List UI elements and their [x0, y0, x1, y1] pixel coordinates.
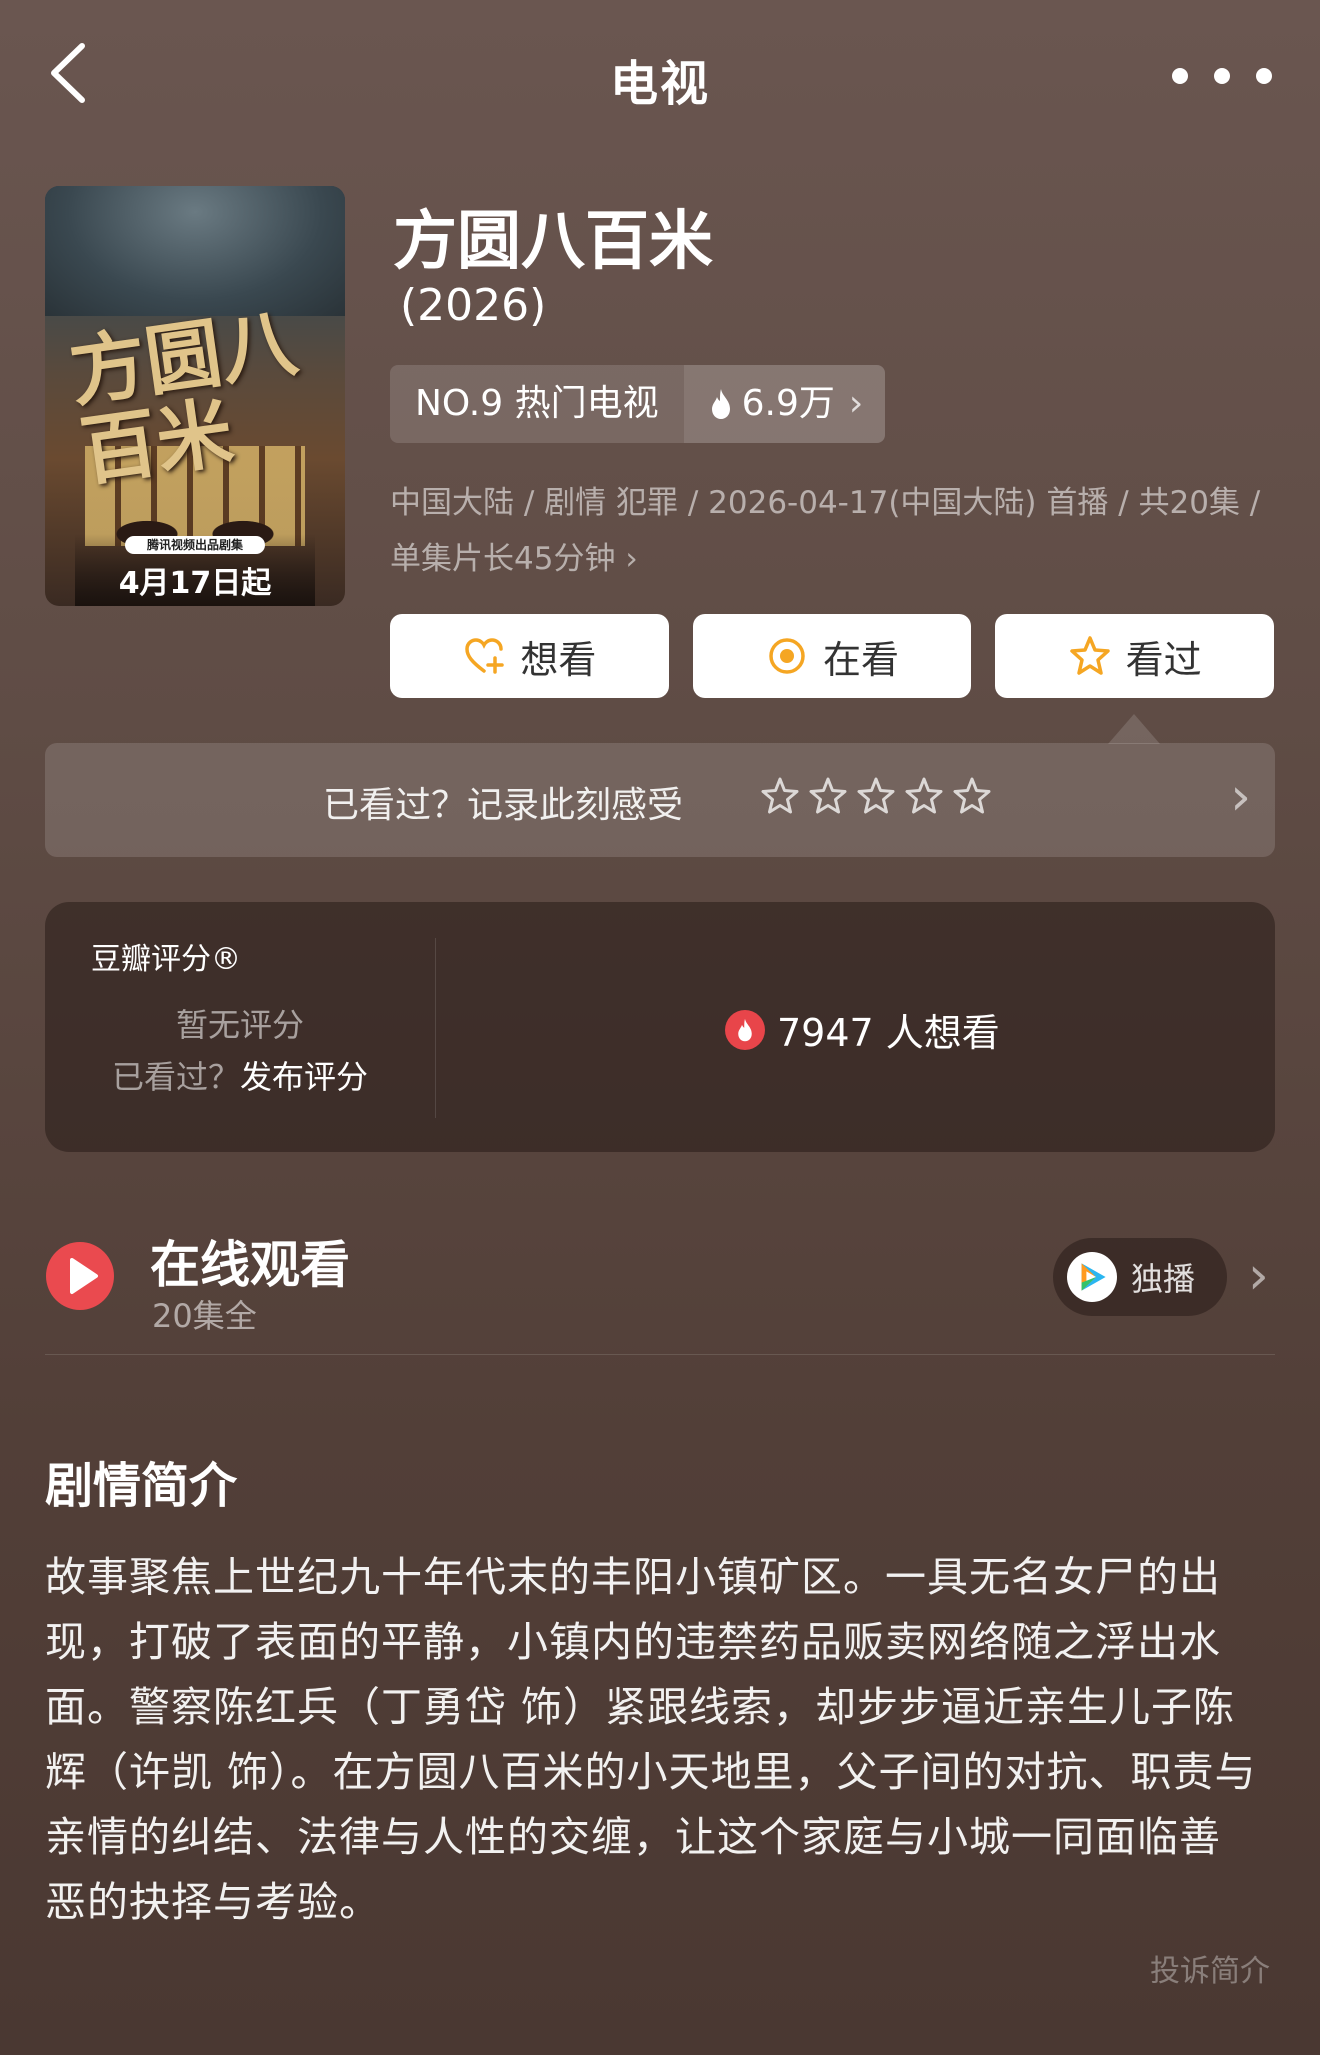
meta-chevron-icon: › — [625, 541, 638, 577]
star-icon — [1069, 636, 1110, 675]
rating-prompt[interactable]: 已看过？记录此刻感受 › — [45, 743, 1275, 857]
watching-button[interactable]: 在看 — [692, 614, 972, 698]
chevron-right-icon: › — [848, 383, 864, 424]
heat-indicator[interactable]: 6.9万 › — [683, 365, 886, 443]
more-dots-icon[interactable] — [1172, 56, 1272, 96]
publish-rating-row[interactable]: 已看过？发布评分 — [45, 1052, 435, 1098]
rank-label: NO.9 热门电视 — [390, 365, 684, 443]
platform-label: 独播 — [1131, 1260, 1196, 1298]
meta-text: 中国大陆 / 剧情 犯罪 / 2026-04-17(中国大陆) 首播 / 共20… — [390, 485, 1261, 577]
douban-rating-label: 豆瓣评分® — [91, 942, 241, 977]
star-icon[interactable] — [808, 776, 848, 816]
star-icon[interactable] — [856, 776, 896, 816]
divider — [435, 938, 436, 1118]
action-buttons: 想看 在看 看过 — [390, 614, 1275, 698]
rating-stars[interactable] — [760, 776, 992, 816]
show-title: 方圆八百米 — [393, 205, 713, 279]
watched-label: 看过 — [1125, 637, 1202, 682]
report-synopsis-link[interactable]: 投诉简介 — [1150, 1946, 1270, 1990]
flame-icon — [725, 1009, 765, 1050]
rating-prompt-text: 已看过？记录此刻感受 — [323, 785, 684, 826]
top-nav-bar: 电视 — [0, 0, 1320, 150]
page-title: 电视 — [609, 56, 710, 112]
synopsis-heading: 剧情简介 — [45, 1458, 238, 1514]
play-icon[interactable] — [46, 1242, 114, 1310]
poster-image[interactable]: 方圆八百米 腾讯视频出品剧集 4月17日起 — [45, 186, 345, 606]
rank-badge[interactable]: NO.9 热门电视 6.9万 › — [390, 365, 886, 443]
want-count: 7947 人想看 — [725, 1002, 1000, 1057]
want-count-text: 7947 人想看 — [777, 1011, 1000, 1055]
prompt-pointer — [1108, 714, 1160, 744]
show-year: (2026) — [400, 280, 547, 331]
star-icon[interactable] — [760, 776, 800, 816]
episode-status: 20集全 — [152, 1297, 257, 1335]
chevron-right-icon[interactable]: › — [1248, 1246, 1269, 1306]
target-circle-icon — [769, 638, 805, 674]
online-watch-title[interactable]: 在线观看 — [150, 1225, 350, 1297]
poster-date: 4月17日起 — [118, 566, 272, 601]
star-icon[interactable] — [904, 776, 944, 816]
seen-question: 已看过？ — [111, 1058, 240, 1096]
platform-button[interactable]: 独播 — [1053, 1238, 1227, 1316]
want-label: 想看 — [520, 637, 597, 682]
watched-button[interactable]: 看过 — [995, 614, 1275, 698]
no-rating-text: 暂无评分 — [175, 1006, 304, 1044]
chevron-right-icon: › — [1230, 767, 1251, 827]
watching-label: 在看 — [823, 637, 900, 682]
star-icon[interactable] — [952, 776, 992, 816]
heat-value: 6.9万 — [741, 383, 835, 424]
flame-icon — [711, 389, 730, 419]
synopsis-text: 故事聚焦上世纪九十年代末的丰阳小镇矿区。一具无名女尸的出现，打破了表面的平静，小… — [45, 1553, 1257, 1926]
publish-rating-link[interactable]: 发布评分 — [240, 1058, 368, 1096]
show-meta[interactable]: 中国大陆 / 剧情 犯罪 / 2026-04-17(中国大陆) 首播 / 共20… — [390, 475, 1270, 587]
want-button[interactable]: 想看 — [390, 614, 669, 698]
heart-plus-icon — [465, 638, 505, 674]
tencent-video-icon — [1067, 1252, 1117, 1302]
poster-badge: 腾讯视频出品剧集 — [125, 536, 265, 554]
douban-rating-card: 豆瓣评分® 暂无评分 已看过？发布评分 7947 人想看 — [45, 902, 1275, 1152]
divider — [45, 1354, 1275, 1355]
